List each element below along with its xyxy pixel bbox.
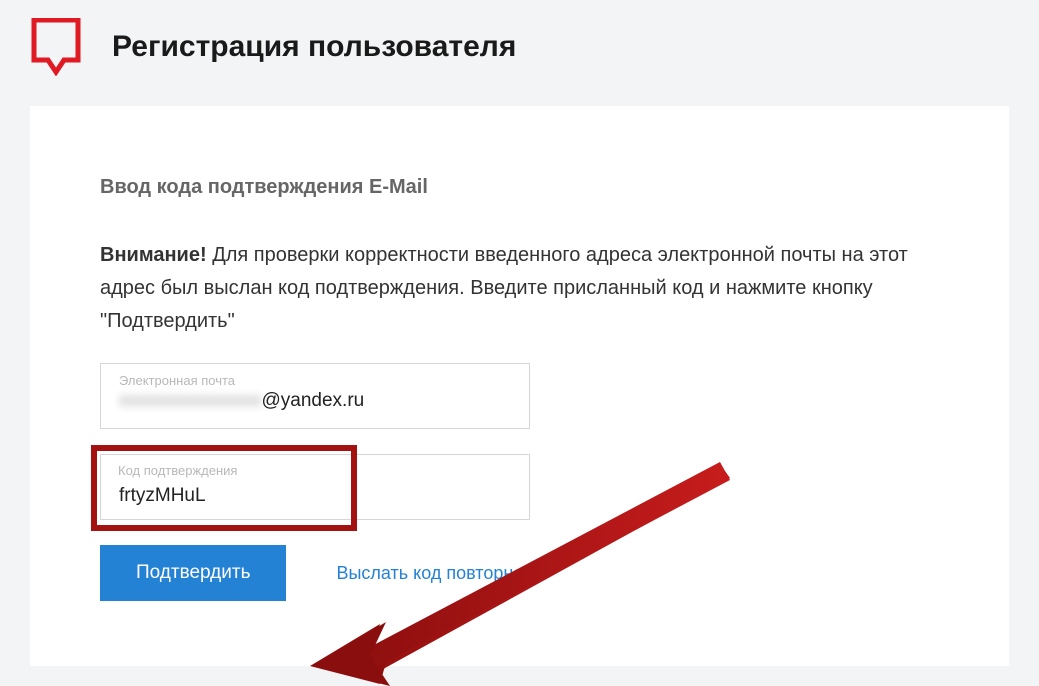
registration-card: Ввод кода подтверждения E-Mail Внимание!… bbox=[30, 106, 1009, 666]
site-logo-icon bbox=[30, 18, 82, 76]
email-label: Электронная почта bbox=[119, 373, 235, 388]
submit-button[interactable]: Подтвердить bbox=[100, 545, 286, 601]
email-field[interactable]: Электронная почта xxxxxxxxxxxxxxx@yandex… bbox=[100, 363, 530, 429]
section-heading: Ввод кода подтверждения E-Mail bbox=[100, 176, 939, 199]
instruction-text: Внимание! Для проверки корректности введ… bbox=[100, 239, 939, 338]
code-label: Код подтверждения bbox=[118, 463, 237, 478]
attention-label: Внимание! bbox=[100, 244, 207, 266]
resend-link[interactable]: Выслать код повторно bbox=[336, 563, 523, 584]
code-field-wrap: Код подтверждения bbox=[100, 454, 530, 520]
email-value: xxxxxxxxxxxxxxx@yandex.ru bbox=[119, 390, 511, 412]
instruction-body: Для проверки корректности введенного адр… bbox=[100, 244, 908, 332]
page-title: Регистрация пользователя bbox=[112, 30, 516, 64]
